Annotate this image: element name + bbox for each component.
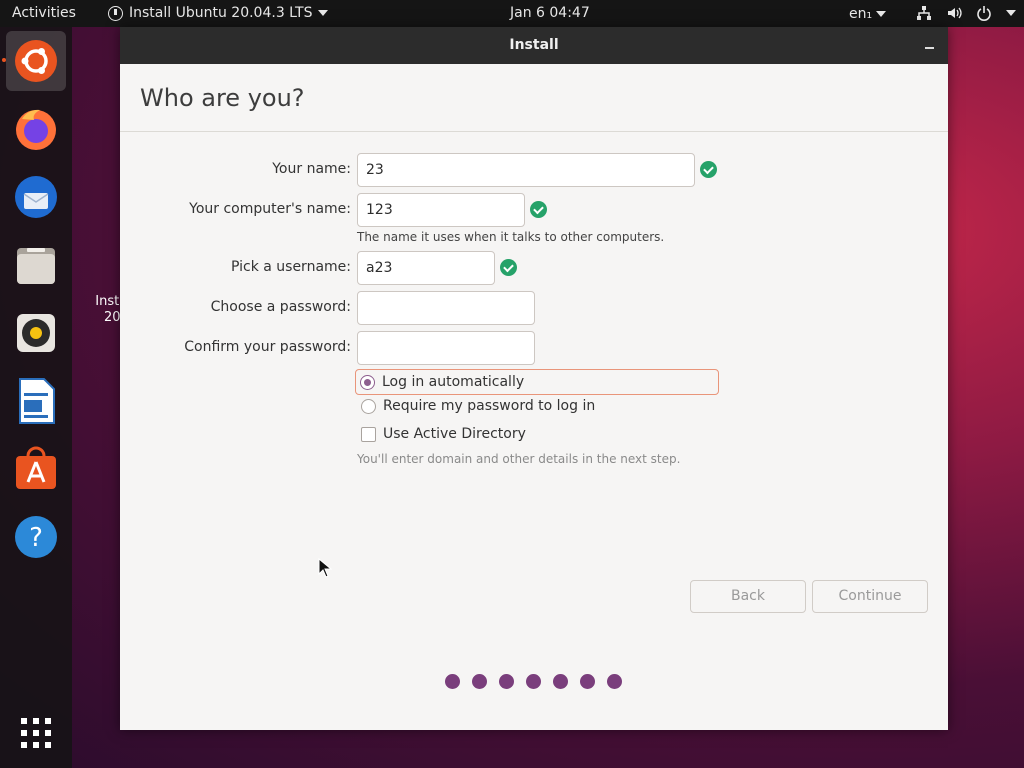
active-directory-hint: You'll enter domain and other details in… — [357, 452, 681, 466]
progress-dot — [472, 674, 487, 689]
dock-libreoffice-writer[interactable] — [6, 371, 66, 431]
installer-icon — [108, 5, 123, 21]
top-bar: Activities Install Ubuntu 20.04.3 LTS Ja… — [0, 0, 1024, 27]
files-icon — [17, 248, 55, 284]
confirm-password-label: Confirm your password: — [184, 339, 351, 355]
thunderbird-icon — [15, 176, 57, 218]
require-password-label: Require my password to log in — [383, 398, 596, 414]
progress-dot — [526, 674, 541, 689]
progress-dot — [553, 674, 568, 689]
ubuntu-installer-icon — [15, 40, 57, 82]
progress-dot — [499, 674, 514, 689]
dock-thunderbird[interactable] — [6, 167, 66, 227]
writer-icon — [19, 378, 55, 424]
dock-ubuntu-installer[interactable] — [2, 31, 66, 91]
page-title: Who are you? — [140, 84, 305, 112]
check-icon — [500, 259, 517, 276]
your-name-label: Your name: — [272, 161, 351, 177]
progress-dot — [580, 674, 595, 689]
chevron-down-icon — [1006, 10, 1016, 16]
back-button[interactable]: Back — [690, 580, 806, 613]
power-icon — [977, 6, 991, 21]
clock[interactable]: Jan 6 04:47 — [510, 5, 590, 21]
computer-name-hint: The name it uses when it talks to other … — [357, 230, 665, 244]
login-automatically-label: Log in automatically — [382, 374, 525, 390]
rhythmbox-icon — [17, 314, 55, 352]
firefox-icon — [16, 109, 56, 150]
radio-unchecked-icon — [361, 398, 376, 414]
radio-checked-icon — [360, 374, 375, 390]
software-center-icon — [16, 446, 56, 489]
language-indicator[interactable]: en₁ — [849, 6, 887, 22]
username-input[interactable]: a23 — [357, 251, 495, 285]
your-name-input[interactable]: 23 — [357, 153, 695, 187]
system-tray[interactable] — [916, 5, 1016, 21]
checkbox-icon — [361, 426, 376, 442]
confirm-password-input[interactable] — [357, 331, 535, 365]
language-label: en₁ — [849, 6, 873, 22]
volume-icon — [948, 7, 962, 19]
svg-text:?: ? — [29, 523, 43, 553]
chevron-down-icon — [318, 10, 329, 16]
dock-firefox[interactable] — [6, 99, 66, 159]
password-label: Choose a password: — [210, 299, 351, 315]
window-titlebar[interactable]: Install — [120, 27, 948, 64]
dock: ? — [0, 27, 72, 768]
require-password-option[interactable]: Require my password to log in — [361, 398, 595, 414]
progress-dot — [607, 674, 622, 689]
activities-button[interactable]: Activities — [12, 5, 76, 21]
login-automatically-option[interactable]: Log in automatically — [355, 369, 719, 395]
chevron-down-icon — [876, 11, 887, 17]
window-title: Install — [509, 37, 559, 53]
dock-rhythmbox[interactable] — [6, 303, 66, 363]
dock-help[interactable]: ? — [6, 507, 66, 567]
dock-files[interactable] — [6, 235, 66, 295]
help-icon: ? — [15, 516, 57, 558]
installer-window: Install Who are you? Your name: 23 Your … — [120, 27, 948, 730]
page-header: Who are you? — [120, 64, 948, 132]
continue-button[interactable]: Continue — [812, 580, 928, 613]
active-directory-label: Use Active Directory — [383, 426, 526, 442]
computer-name-input[interactable]: 123 — [357, 193, 525, 227]
check-icon — [700, 161, 717, 178]
minimize-button[interactable] — [922, 27, 938, 64]
username-label: Pick a username: — [230, 259, 351, 275]
dock-show-applications[interactable] — [6, 703, 66, 763]
active-directory-option[interactable]: Use Active Directory — [361, 426, 526, 442]
dock-software[interactable] — [6, 439, 66, 499]
app-menu[interactable]: Install Ubuntu 20.04.3 LTS — [108, 5, 329, 21]
progress-dots — [445, 674, 622, 689]
computer-name-label: Your computer's name: — [189, 201, 351, 217]
network-icon — [917, 6, 931, 20]
check-icon — [530, 201, 547, 218]
mouse-cursor-icon — [318, 558, 332, 578]
app-menu-label: Install Ubuntu 20.04.3 LTS — [129, 5, 313, 21]
password-input[interactable] — [357, 291, 535, 325]
progress-dot — [445, 674, 460, 689]
app-grid-icon — [21, 718, 51, 748]
